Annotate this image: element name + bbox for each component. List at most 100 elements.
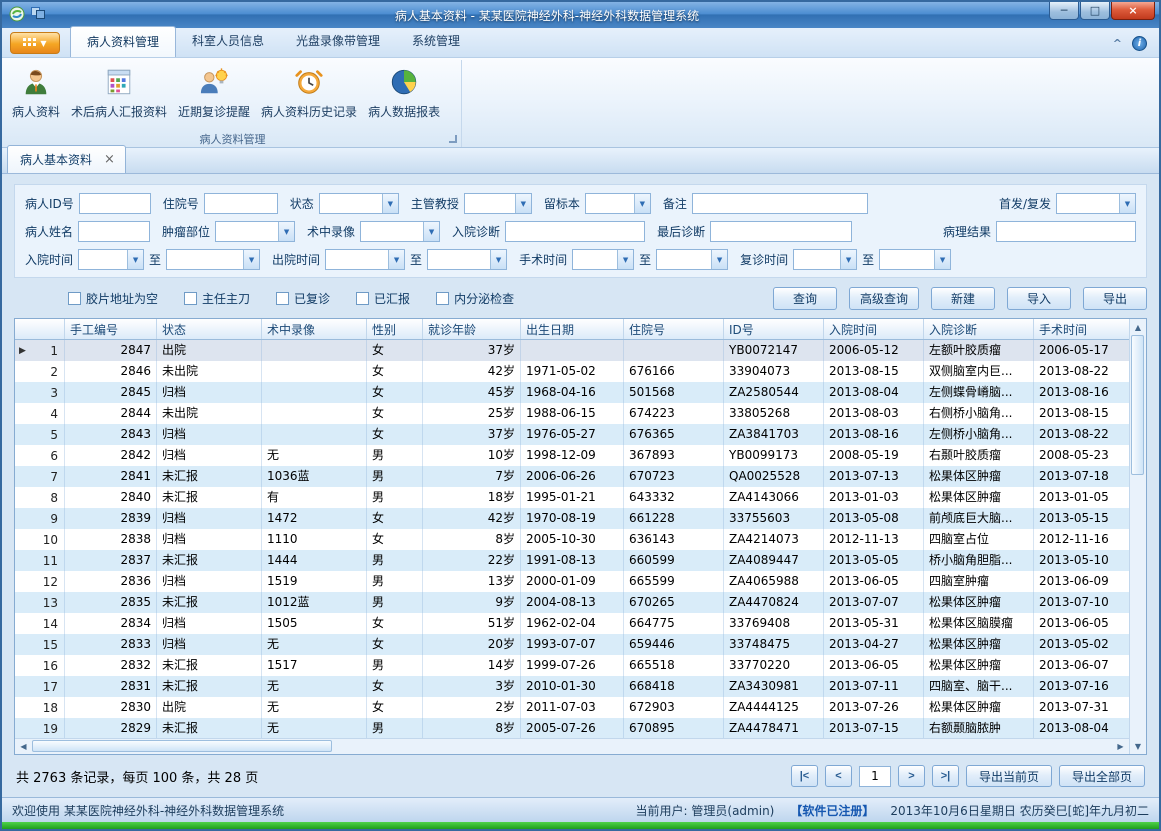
final-diagnosis-input[interactable] xyxy=(710,221,852,242)
layout-icon[interactable] xyxy=(31,7,45,23)
table-row[interactable]: 52843归档女37岁1976-05-27676365ZA38417032013… xyxy=(15,424,1129,445)
table-row[interactable]: ▶12847出院女37岁YB00721472006-05-12左额叶胶质瘤200… xyxy=(15,340,1129,361)
remark-input[interactable] xyxy=(692,193,868,214)
table-row[interactable]: 32845归档女45岁1968-04-16501568ZA25805442013… xyxy=(15,382,1129,403)
export-current-page-button[interactable]: 导出当前页 xyxy=(966,765,1052,787)
column-header-id-no[interactable]: ID号 xyxy=(724,319,824,339)
table-row[interactable]: 192829未汇报无男8岁2005-07-26670895ZA447847120… xyxy=(15,718,1129,738)
scroll-right-icon[interactable]: ▶ xyxy=(1112,742,1129,751)
column-header-admission-date[interactable]: 入院时间 xyxy=(824,319,924,339)
group-dialog-launcher-icon[interactable] xyxy=(449,135,457,143)
ribbon-button-revisit-reminder[interactable]: 近期复诊提醒 xyxy=(174,64,254,123)
table-row[interactable]: 102838归档1110女8岁2005-10-30636143ZA4214073… xyxy=(15,529,1129,550)
column-header-surgery-video[interactable]: 术中录像 xyxy=(262,319,367,339)
vertical-scrollbar[interactable]: ▲ ▼ xyxy=(1129,319,1146,754)
specimen-select[interactable]: ▼ xyxy=(585,193,651,214)
admission-time-to-select[interactable]: ▼ xyxy=(166,249,260,270)
scroll-up-icon[interactable]: ▲ xyxy=(1130,319,1146,335)
last-page-button[interactable]: >| xyxy=(932,765,959,787)
checkbox-chief-surgeon[interactable]: 主任主刀 xyxy=(184,290,250,307)
patient-id-input[interactable] xyxy=(79,193,151,214)
table-row[interactable]: 82840未汇报有男18岁1995-01-21643332ZA414306620… xyxy=(15,487,1129,508)
query-button[interactable]: 查询 xyxy=(773,287,837,310)
patient-name-input[interactable] xyxy=(78,221,150,242)
maximize-button[interactable]: □ xyxy=(1080,2,1110,20)
doc-tab-label: 病人基本资料 xyxy=(20,151,92,168)
tab-patient-basic-data[interactable]: 病人基本资料 × xyxy=(7,145,126,173)
column-header-birth-date[interactable]: 出生日期 xyxy=(521,319,624,339)
import-button[interactable]: 导入 xyxy=(1007,287,1071,310)
revisit-time-from-select[interactable]: ▼ xyxy=(793,249,857,270)
export-all-pages-button[interactable]: 导出全部页 xyxy=(1059,765,1145,787)
column-header-gender[interactable]: 性别 xyxy=(367,319,423,339)
table-row[interactable]: 152833归档无女20岁1993-07-0765944633748475201… xyxy=(15,634,1129,655)
column-header-admission-no[interactable]: 住院号 xyxy=(624,319,724,339)
info-icon[interactable]: i xyxy=(1132,36,1147,51)
vertical-scroll-track[interactable] xyxy=(1130,335,1146,738)
surgery-time-from-select[interactable]: ▼ xyxy=(572,249,634,270)
ribbon-button-patient-report-chart[interactable]: 病人数据报表 xyxy=(364,64,444,123)
horizontal-scroll-thumb[interactable] xyxy=(32,740,332,752)
vertical-scroll-thumb[interactable] xyxy=(1131,335,1144,475)
app-menu-button[interactable]: ▼ xyxy=(10,32,60,54)
table-row[interactable]: 132835未汇报1012蓝男9岁2004-08-13670265ZA44708… xyxy=(15,592,1129,613)
column-header-visit-age[interactable]: 就诊年龄 xyxy=(423,319,521,339)
ribbon-button-postop-report-data[interactable]: 术后病人汇报资料 xyxy=(67,64,171,123)
horizontal-scrollbar[interactable]: ◀ ▶ xyxy=(15,738,1129,754)
collapse-ribbon-icon[interactable]: ^ xyxy=(1113,37,1122,50)
pathology-result-input[interactable] xyxy=(996,221,1136,242)
new-button[interactable]: 新建 xyxy=(931,287,995,310)
pager-page-input[interactable] xyxy=(859,766,891,787)
checkbox-film-address-empty[interactable]: 胶片地址为空 xyxy=(68,290,158,307)
admission-time-from-select[interactable]: ▼ xyxy=(78,249,144,270)
column-header-surgery-date[interactable]: 手术时间 xyxy=(1034,319,1129,339)
first-or-recur-select[interactable]: ▼ xyxy=(1056,193,1136,214)
next-page-button[interactable]: > xyxy=(898,765,925,787)
table-row[interactable]: 122836归档1519男13岁2000-01-09665599ZA406598… xyxy=(15,571,1129,592)
scroll-left-icon[interactable]: ◀ xyxy=(15,742,32,751)
table-row[interactable]: 172831未汇报无女3岁2010-01-30668418ZA343098120… xyxy=(15,676,1129,697)
discharge-time-to-select[interactable]: ▼ xyxy=(427,249,507,270)
surgery-time-to-select[interactable]: ▼ xyxy=(656,249,728,270)
table-row[interactable]: 162832未汇报1517男14岁1999-07-266655183377022… xyxy=(15,655,1129,676)
table-row[interactable]: 142834归档1505女51岁1962-02-0466477533769408… xyxy=(15,613,1129,634)
professor-select[interactable]: ▼ xyxy=(464,193,532,214)
ribbon-tab-disc-video-management[interactable]: 光盘录像带管理 xyxy=(280,26,396,57)
tab-close-icon[interactable]: × xyxy=(104,155,115,165)
table-row[interactable]: 182830出院无女2岁2011-07-03672903ZA4444125201… xyxy=(15,697,1129,718)
export-button[interactable]: 导出 xyxy=(1083,287,1147,310)
minimize-button[interactable]: ─ xyxy=(1049,2,1079,20)
checkbox-endocrine-exam[interactable]: 内分泌检查 xyxy=(436,290,514,307)
surgery-video-select[interactable]: ▼ xyxy=(360,221,440,242)
table-row[interactable]: 42844未出院女25岁1988-06-15674223338052682013… xyxy=(15,403,1129,424)
table-row[interactable]: 112837未汇报1444男22岁1991-08-13660599ZA40894… xyxy=(15,550,1129,571)
ribbon-button-patient-history[interactable]: 病人资料历史记录 xyxy=(257,64,361,123)
column-header-status[interactable]: 状态 xyxy=(157,319,262,339)
patient-grid: 手工编号状态术中录像性别就诊年龄出生日期住院号ID号入院时间入院诊断手术时间 ▶… xyxy=(14,318,1147,755)
ribbon-tab-department-staff-info[interactable]: 科室人员信息 xyxy=(176,26,280,57)
first-page-button[interactable]: |< xyxy=(791,765,818,787)
checkbox-reported[interactable]: 已汇报 xyxy=(356,290,410,307)
column-header-admission-diagnosis[interactable]: 入院诊断 xyxy=(924,319,1034,339)
close-button[interactable]: × xyxy=(1111,2,1155,20)
table-row[interactable]: 62842归档无男10岁1998-12-09367893YB0099173200… xyxy=(15,445,1129,466)
horizontal-scroll-track[interactable] xyxy=(32,739,1112,754)
column-header-manual-no[interactable]: 手工编号 xyxy=(65,319,157,339)
table-row[interactable]: 22846未出院女42岁1971-05-02676166339040732013… xyxy=(15,361,1129,382)
ribbon-button-patient-data[interactable]: 病人资料 xyxy=(8,64,64,123)
ribbon-tab-system-management[interactable]: 系统管理 xyxy=(396,26,476,57)
checkbox-revisited[interactable]: 已复诊 xyxy=(276,290,330,307)
dropdown-arrow-icon: ▼ xyxy=(243,250,259,269)
admission-no-input[interactable] xyxy=(204,193,278,214)
prev-page-button[interactable]: < xyxy=(825,765,852,787)
revisit-time-to-select[interactable]: ▼ xyxy=(879,249,951,270)
ribbon-tab-patient-data-management[interactable]: 病人资料管理 xyxy=(70,26,176,57)
tumor-site-select[interactable]: ▼ xyxy=(215,221,295,242)
discharge-time-from-select[interactable]: ▼ xyxy=(325,249,405,270)
table-row[interactable]: 92839归档1472女42岁1970-08-19661228337556032… xyxy=(15,508,1129,529)
status-select[interactable]: ▼ xyxy=(319,193,399,214)
advanced-query-button[interactable]: 高级查询 xyxy=(849,287,919,310)
scroll-down-icon[interactable]: ▼ xyxy=(1130,738,1146,754)
table-row[interactable]: 72841未汇报1036蓝男7岁2006-06-26670723QA002552… xyxy=(15,466,1129,487)
admission-diagnosis-input[interactable] xyxy=(505,221,645,242)
